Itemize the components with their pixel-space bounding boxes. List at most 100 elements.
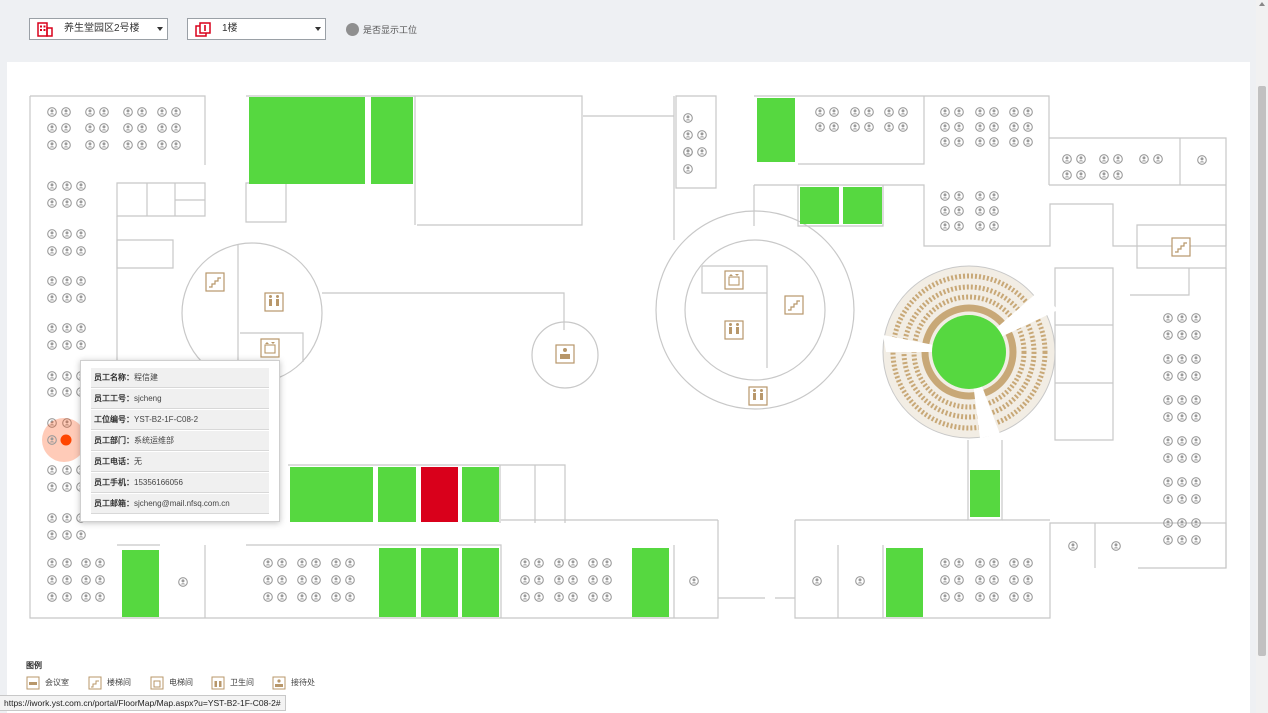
- workstation-seat[interactable]: [989, 592, 999, 602]
- workstation-seat[interactable]: [62, 592, 72, 602]
- workstation-seat[interactable]: [47, 140, 57, 150]
- workstation-seat[interactable]: [884, 122, 894, 132]
- workstation-seat[interactable]: [47, 246, 57, 256]
- auditorium-stage[interactable]: [932, 315, 1006, 389]
- workstation-seat[interactable]: [1009, 107, 1019, 117]
- scroll-thumb[interactable]: [1258, 86, 1266, 656]
- workstation-seat[interactable]: [47, 465, 57, 475]
- workstation-seat[interactable]: [1191, 330, 1201, 340]
- workstation-seat[interactable]: [171, 123, 181, 133]
- workstation-seat[interactable]: [588, 592, 598, 602]
- workstation-seat[interactable]: [554, 575, 564, 585]
- workstation-seat[interactable]: [47, 558, 57, 568]
- workstation-seat[interactable]: [975, 206, 985, 216]
- building-select[interactable]: 养生堂园区2号楼: [29, 18, 168, 40]
- meeting-room[interactable]: [122, 550, 159, 617]
- workstation-seat[interactable]: [62, 371, 72, 381]
- workstation-seat[interactable]: [47, 513, 57, 523]
- workstation-seat[interactable]: [47, 592, 57, 602]
- workstation-seat[interactable]: [989, 107, 999, 117]
- workstation-seat[interactable]: [954, 122, 964, 132]
- workstation-seat[interactable]: [940, 575, 950, 585]
- workstation-seat[interactable]: [61, 123, 71, 133]
- workstation-seat[interactable]: [954, 107, 964, 117]
- workstation-seat[interactable]: [1023, 122, 1033, 132]
- workstation-seat[interactable]: [975, 221, 985, 231]
- workstation-seat[interactable]: [954, 206, 964, 216]
- workstation-seat[interactable]: [1191, 395, 1201, 405]
- workstation-seat[interactable]: [123, 123, 133, 133]
- workstation-seat[interactable]: [829, 107, 839, 117]
- workstation-seat[interactable]: [850, 107, 860, 117]
- workstation-seat[interactable]: [311, 558, 321, 568]
- workstation-seat[interactable]: [123, 107, 133, 117]
- workstation-seat[interactable]: [1009, 592, 1019, 602]
- workstation-seat[interactable]: [277, 592, 287, 602]
- meeting-room[interactable]: [290, 467, 373, 522]
- workstation-seat[interactable]: [940, 107, 950, 117]
- workstation-seat[interactable]: [47, 371, 57, 381]
- workstation-seat[interactable]: [61, 107, 71, 117]
- workstation-seat[interactable]: [76, 323, 86, 333]
- workstation-seat[interactable]: [954, 221, 964, 231]
- workstation-seat[interactable]: [297, 558, 307, 568]
- workstation-seat[interactable]: [1177, 330, 1187, 340]
- workstation-seat[interactable]: [989, 575, 999, 585]
- workstation-seat[interactable]: [534, 558, 544, 568]
- workstation-seat[interactable]: [898, 122, 908, 132]
- workstation-seat[interactable]: [1177, 477, 1187, 487]
- workstation-seat[interactable]: [81, 592, 91, 602]
- workstation-seat[interactable]: [954, 575, 964, 585]
- workstation-seat[interactable]: [1076, 170, 1086, 180]
- workstation-seat[interactable]: [683, 147, 693, 157]
- toggle-radio-icon[interactable]: [346, 23, 359, 36]
- workstation-seat[interactable]: [1111, 541, 1121, 551]
- workstation-seat[interactable]: [331, 558, 341, 568]
- meeting-room[interactable]: [843, 187, 882, 224]
- workstation-seat[interactable]: [1191, 313, 1201, 323]
- workstation-seat[interactable]: [975, 191, 985, 201]
- meeting-room[interactable]: [371, 97, 413, 184]
- workstation-seat[interactable]: [1177, 313, 1187, 323]
- workstation-seat[interactable]: [345, 575, 355, 585]
- meeting-room[interactable]: [632, 548, 669, 617]
- workstation-seat[interactable]: [520, 592, 530, 602]
- workstation-seat[interactable]: [975, 592, 985, 602]
- workstation-seat[interactable]: [1163, 412, 1173, 422]
- workstation-seat[interactable]: [157, 140, 167, 150]
- workstation-seat[interactable]: [954, 191, 964, 201]
- workstation-seat[interactable]: [277, 558, 287, 568]
- workstation-seat[interactable]: [62, 229, 72, 239]
- workstation-seat[interactable]: [263, 575, 273, 585]
- workstation-seat[interactable]: [47, 323, 57, 333]
- workstation-seat[interactable]: [76, 530, 86, 540]
- workstation-seat[interactable]: [602, 558, 612, 568]
- workstation-seat[interactable]: [940, 221, 950, 231]
- workstation-seat[interactable]: [1163, 535, 1173, 545]
- workstation-seat[interactable]: [263, 558, 273, 568]
- workstation-seat[interactable]: [1113, 170, 1123, 180]
- workstation-seat[interactable]: [1197, 155, 1207, 165]
- meeting-room[interactable]: [249, 97, 365, 184]
- workstation-seat[interactable]: [602, 575, 612, 585]
- show-seats-toggle[interactable]: 是否显示工位: [346, 23, 417, 36]
- workstation-seat[interactable]: [520, 558, 530, 568]
- workstation-seat[interactable]: [989, 191, 999, 201]
- workstation-seat[interactable]: [62, 198, 72, 208]
- workstation-seat[interactable]: [1191, 436, 1201, 446]
- workstation-seat[interactable]: [1068, 541, 1078, 551]
- meeting-room[interactable]: [970, 470, 1000, 517]
- workstation-seat[interactable]: [1163, 395, 1173, 405]
- workstation-seat[interactable]: [940, 592, 950, 602]
- workstation-seat[interactable]: [850, 122, 860, 132]
- workstation-seat[interactable]: [123, 140, 133, 150]
- workstation-seat[interactable]: [1009, 122, 1019, 132]
- workstation-seat[interactable]: [1177, 535, 1187, 545]
- workstation-seat[interactable]: [47, 123, 57, 133]
- workstation-seat[interactable]: [1023, 575, 1033, 585]
- workstation-seat[interactable]: [855, 576, 865, 586]
- workstation-seat[interactable]: [345, 592, 355, 602]
- workstation-seat[interactable]: [1163, 477, 1173, 487]
- workstation-seat[interactable]: [62, 513, 72, 523]
- workstation-seat[interactable]: [989, 137, 999, 147]
